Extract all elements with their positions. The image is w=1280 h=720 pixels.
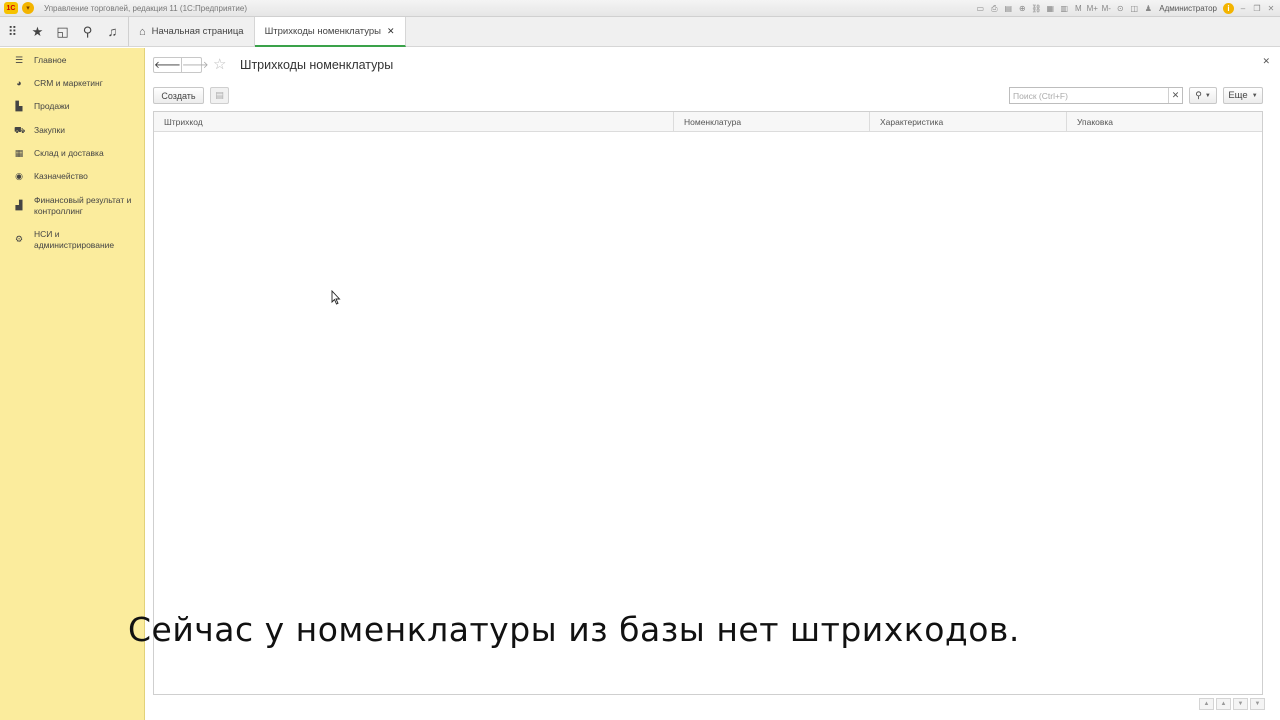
favorite-star-icon[interactable]: ☆ xyxy=(213,55,226,73)
money-icon: ◉ xyxy=(15,171,23,181)
minimize-icon[interactable]: – xyxy=(1238,4,1248,14)
sidebar-item-label: CRM и маркетинг xyxy=(34,78,103,88)
table-scroll-buttons: ▲ ▲ ▼ ▼ xyxy=(1199,698,1265,710)
pie-icon: ◕ xyxy=(16,78,22,88)
sidebar-item-admin[interactable]: ⚙ НСИ и администрирование xyxy=(0,229,145,251)
app-logo-icon[interactable]: 1С xyxy=(4,2,18,14)
close-icon[interactable]: ✕ xyxy=(1266,4,1276,14)
sidebar-item-label: Продажи xyxy=(34,101,70,111)
sidebar-item-label: НСИ и администрирование xyxy=(34,229,115,250)
barcodes-table[interactable]: Штрихкод Номенклатура Характеристика Упа… xyxy=(153,111,1263,695)
chevron-down-icon: ▼ xyxy=(1204,92,1211,99)
user-icon: ♟ xyxy=(1144,4,1152,13)
window-titlebar: 1С ▾ Управление торговлей, редакция 11 (… xyxy=(0,0,1280,17)
save-icon[interactable]: ▭ xyxy=(975,4,985,14)
calendar-icon[interactable]: ▦ xyxy=(1045,4,1055,14)
info-icon[interactable]: i xyxy=(1223,3,1234,14)
sections-sidebar: ☰ Главное ◕ CRM и маркетинг ▙ Продажи ⛟ … xyxy=(0,48,145,720)
scroll-down-icon[interactable]: ▼ xyxy=(1233,698,1248,710)
window-title: Управление торговлей, редакция 11 (1С:Пр… xyxy=(44,3,248,13)
m-icon[interactable]: M xyxy=(1073,4,1083,14)
tab-barcodes-label: Штрихкоды номенклатуры xyxy=(264,25,382,37)
forward-arrow-icon[interactable]: 🡒 xyxy=(182,58,209,72)
add-icon[interactable]: ⊕ xyxy=(1017,4,1027,14)
sidebar-item-crm[interactable]: ◕ CRM и маркетинг xyxy=(0,78,111,89)
cart-icon: ⛟ xyxy=(14,125,26,135)
home-icon: ⌂ xyxy=(139,25,146,38)
current-user[interactable]: Администратор xyxy=(1159,4,1217,13)
apps-grid-icon[interactable]: ⠿ xyxy=(0,17,25,46)
search-field: ✕ xyxy=(1009,87,1183,104)
sidebar-item-treasury[interactable]: ◉ Казначейство xyxy=(0,171,96,182)
search-icon[interactable]: ⚲ xyxy=(75,17,100,46)
favorites-star-icon[interactable]: ★ xyxy=(25,17,50,46)
calc-icon[interactable]: ▥ xyxy=(1059,4,1069,14)
clear-icon[interactable]: ✕ xyxy=(1168,88,1182,103)
copy-icon[interactable]: ▤ xyxy=(210,87,229,104)
chevron-down-icon: ▼ xyxy=(1251,92,1258,99)
more-button[interactable]: Еще ▼ xyxy=(1223,87,1263,104)
scroll-top-icon[interactable]: ▲ xyxy=(1199,698,1214,710)
warehouse-icon: ▦ xyxy=(14,148,24,158)
bag-icon: ▙ xyxy=(15,101,23,111)
scroll-bottom-icon[interactable]: ▼ xyxy=(1250,698,1265,710)
form-close-icon[interactable]: ✕ xyxy=(1262,56,1270,67)
zoom-icon[interactable]: ⊙ xyxy=(1115,4,1125,14)
tab-home[interactable]: ⌂ Начальная страница xyxy=(129,17,255,46)
sidebar-item-warehouse[interactable]: ▦ Склад и доставка xyxy=(0,148,112,159)
menu-icon: ☰ xyxy=(14,55,24,65)
back-arrow-icon[interactable]: 🡐 xyxy=(154,58,182,72)
restore-icon[interactable]: ❐ xyxy=(1252,4,1262,14)
scroll-up-icon[interactable]: ▲ xyxy=(1216,698,1231,710)
sidebar-item-label: Финансовый результат и контроллинг xyxy=(34,195,132,216)
titlebar-tools: ▭ ⎙ ▤ ⊕ ⛓ ▦ ▥ M M+ M- ⊙ ◫ ♟ Администрато… xyxy=(975,0,1276,17)
m-minus-icon[interactable]: M- xyxy=(1101,4,1111,14)
panel-icon[interactable]: ◫ xyxy=(1129,4,1139,14)
history-icon[interactable]: ◱ xyxy=(50,17,75,46)
column-header-package[interactable]: Упаковка xyxy=(1067,112,1262,131)
column-header-barcode[interactable]: Штрихкод xyxy=(154,112,674,131)
link-icon[interactable]: ⛓ xyxy=(1031,4,1041,14)
sidebar-item-purchases[interactable]: ⛟ Закупки xyxy=(0,125,73,136)
more-button-label: Еще xyxy=(1228,90,1248,101)
page-title: Штрихкоды номенклатуры xyxy=(240,58,394,72)
sidebar-item-main[interactable]: ☰ Главное xyxy=(0,55,74,66)
column-header-characteristic[interactable]: Характеристика xyxy=(870,112,1067,131)
bell-icon[interactable]: ♫ xyxy=(100,17,125,46)
mouse-cursor-icon xyxy=(331,290,341,305)
chart-icon: ▟ xyxy=(15,200,23,210)
m-plus-icon[interactable]: M+ xyxy=(1087,4,1098,14)
sidebar-item-label: Склад и доставка xyxy=(34,148,104,158)
print-icon[interactable]: ⎙ xyxy=(989,4,999,14)
search-button[interactable]: ⚲ ▼ xyxy=(1189,87,1217,104)
table-header: Штрихкод Номенклатура Характеристика Упа… xyxy=(154,112,1262,132)
tab-home-label: Начальная страница xyxy=(151,26,244,37)
top-panel: ⠿ ★ ◱ ⚲ ♫ ⌂ Начальная страница Штрихкоды… xyxy=(0,17,1280,47)
sidebar-item-label: Казначейство xyxy=(34,171,88,181)
sidebar-item-label: Закупки xyxy=(34,125,65,135)
tab-barcodes[interactable]: Штрихкоды номенклатуры ✕ xyxy=(254,17,406,47)
tab-close-icon[interactable]: ✕ xyxy=(387,26,395,37)
column-header-item[interactable]: Номенклатура xyxy=(674,112,870,131)
main-menu-icon[interactable]: ▾ xyxy=(22,2,34,14)
search-input[interactable] xyxy=(1010,88,1170,103)
nav-buttons: 🡐 🡒 xyxy=(153,57,209,73)
create-button[interactable]: Создать xyxy=(153,87,204,104)
gear-icon: ⚙ xyxy=(14,234,24,244)
video-caption: Сейчас у номенклатуры из базы нет штрихк… xyxy=(128,610,1020,649)
sidebar-item-label: Главное xyxy=(34,55,67,65)
sidebar-item-sales[interactable]: ▙ Продажи xyxy=(0,101,78,112)
magnifier-icon: ⚲ xyxy=(1195,90,1202,100)
view-icon[interactable]: ▤ xyxy=(1003,4,1013,14)
sidebar-item-finance[interactable]: ▟ Финансовый результат и контроллинг xyxy=(0,195,145,217)
